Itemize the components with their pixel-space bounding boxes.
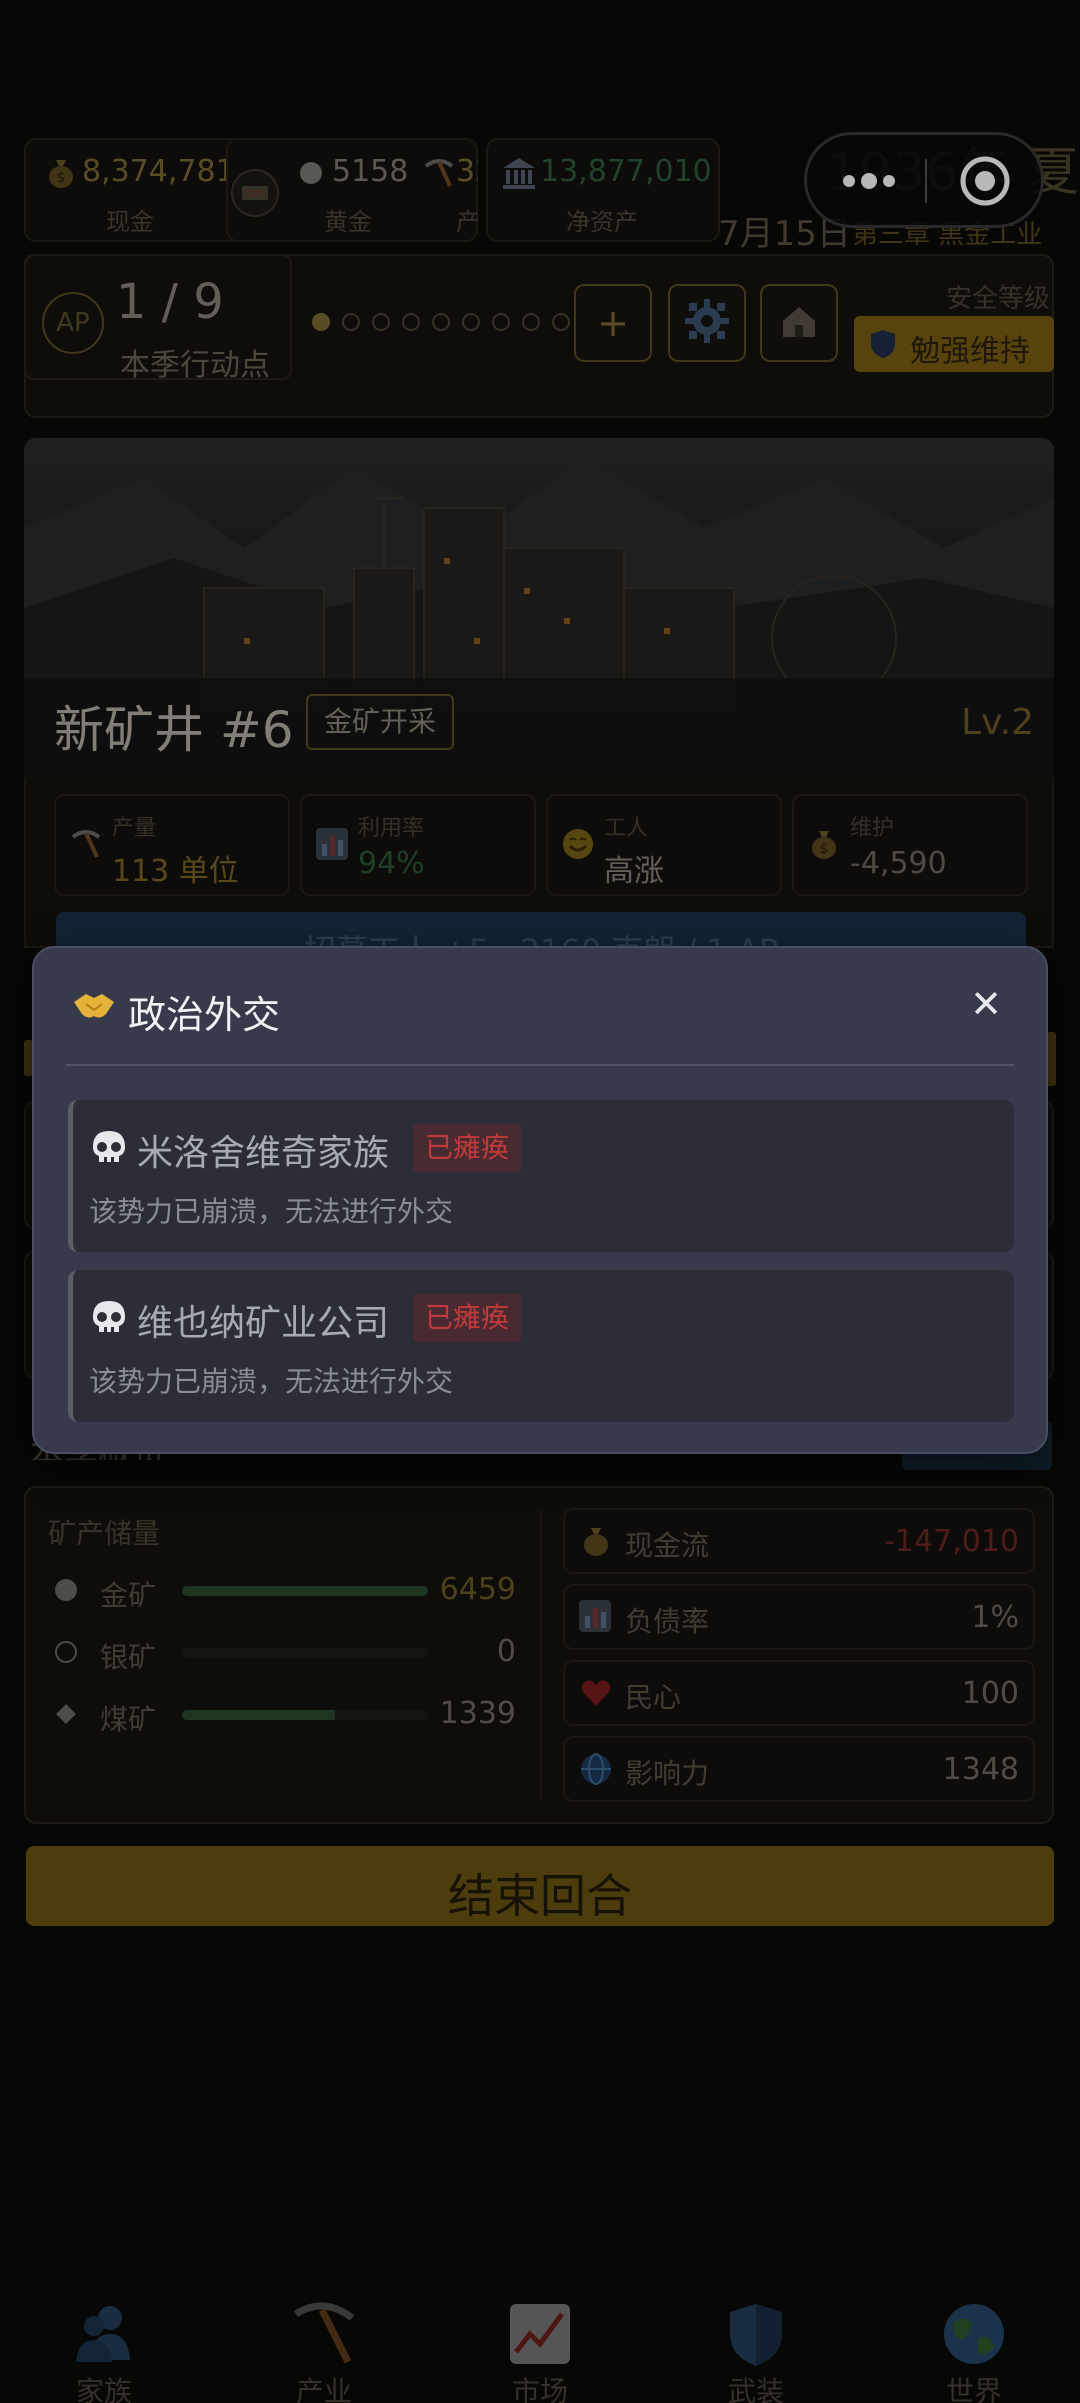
faction-description: 该势力已崩溃，无法进行外交: [89, 1365, 454, 1398]
diplomacy-modal: 政治外交 ✕ 米洛舍维奇家族 已瘫痪 该势力已崩溃，无法进行外交 维也纳矿业公司…: [32, 946, 1048, 1454]
modal-divider: [66, 1064, 1014, 1066]
skull-icon: [89, 1298, 129, 1338]
faction-name: 米洛舍维奇家族: [137, 1133, 390, 1174]
faction-card[interactable]: 米洛舍维奇家族 已瘫痪 该势力已崩溃，无法进行外交: [68, 1100, 1014, 1252]
faction-name: 维也纳矿业公司: [137, 1303, 390, 1344]
skull-icon: [89, 1128, 129, 1168]
faction-status-badge: 已瘫痪: [413, 1124, 522, 1172]
faction-status-badge: 已瘫痪: [413, 1294, 522, 1342]
faction-description: 该势力已崩溃，无法进行外交: [89, 1195, 454, 1228]
handshake-icon: [72, 986, 116, 1026]
faction-card[interactable]: 维也纳矿业公司 已瘫痪 该势力已崩溃，无法进行外交: [68, 1270, 1014, 1422]
modal-title: 政治外交: [128, 993, 281, 1037]
modal-close-button[interactable]: ✕: [970, 982, 1002, 1026]
